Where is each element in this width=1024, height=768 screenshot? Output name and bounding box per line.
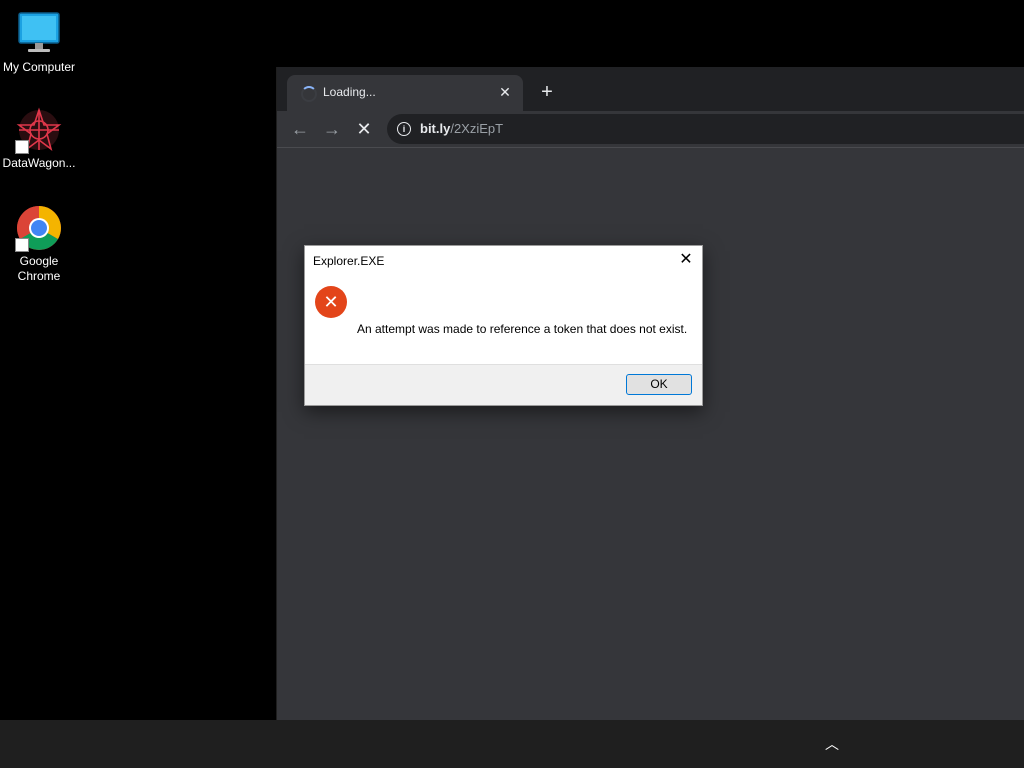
desktop: My Computer DataWagon... Google Chrome L… (0, 0, 1024, 720)
new-tab-button[interactable]: + (535, 80, 559, 104)
error-dialog: Explorer.EXE ✕ ✕ An attempt was made to … (304, 245, 703, 406)
ok-button[interactable]: OK (626, 374, 692, 395)
desktop-icon-label: Google Chrome (17, 254, 61, 283)
site-info-icon[interactable]: i (397, 122, 411, 136)
dialog-footer: OK (305, 364, 702, 405)
url-path: /2XziEpT (450, 121, 504, 136)
tab-title: Loading... (323, 85, 376, 99)
address-bar[interactable]: i bit.ly/2XziEpT (387, 114, 1024, 144)
error-icon: ✕ (315, 286, 347, 318)
tab-loading[interactable]: Loading... ✕ (287, 75, 523, 111)
show-hidden-icons-chevron-icon[interactable]: ︿ (820, 732, 844, 756)
desktop-icon-label: My Computer (2, 60, 76, 74)
desktop-icon-my-computer[interactable]: My Computer (0, 10, 78, 75)
shortcut-arrow-icon (15, 238, 29, 252)
forward-button[interactable]: → (319, 116, 345, 142)
tab-strip: Loading... ✕ + (277, 67, 1024, 111)
back-button[interactable]: ← (287, 116, 313, 142)
dialog-title: Explorer.EXE (313, 254, 385, 268)
monitor-icon (15, 10, 63, 58)
chrome-icon (15, 204, 63, 252)
dialog-close-button[interactable]: ✕ (676, 250, 696, 270)
taskbar: ︿ (0, 720, 1024, 768)
desktop-icon-label: DataWagon... (2, 156, 76, 170)
shortcut-arrow-icon (15, 140, 29, 154)
desktop-icon-datawagon[interactable]: DataWagon... (0, 106, 78, 171)
datawagon-app-icon (15, 106, 63, 154)
url-host: bit.ly (420, 121, 451, 136)
desktop-icon-google-chrome[interactable]: Google Chrome (0, 204, 78, 284)
url-text[interactable]: bit.ly/2XziEpT (420, 121, 503, 136)
browser-toolbar: ← → ✕ i bit.ly/2XziEpT (277, 111, 1024, 148)
dialog-message: An attempt was made to reference a token… (357, 322, 688, 336)
tab-close-icon[interactable]: ✕ (495, 82, 515, 102)
loading-spinner-icon (301, 86, 317, 102)
stop-loading-button[interactable]: ✕ (351, 116, 377, 142)
